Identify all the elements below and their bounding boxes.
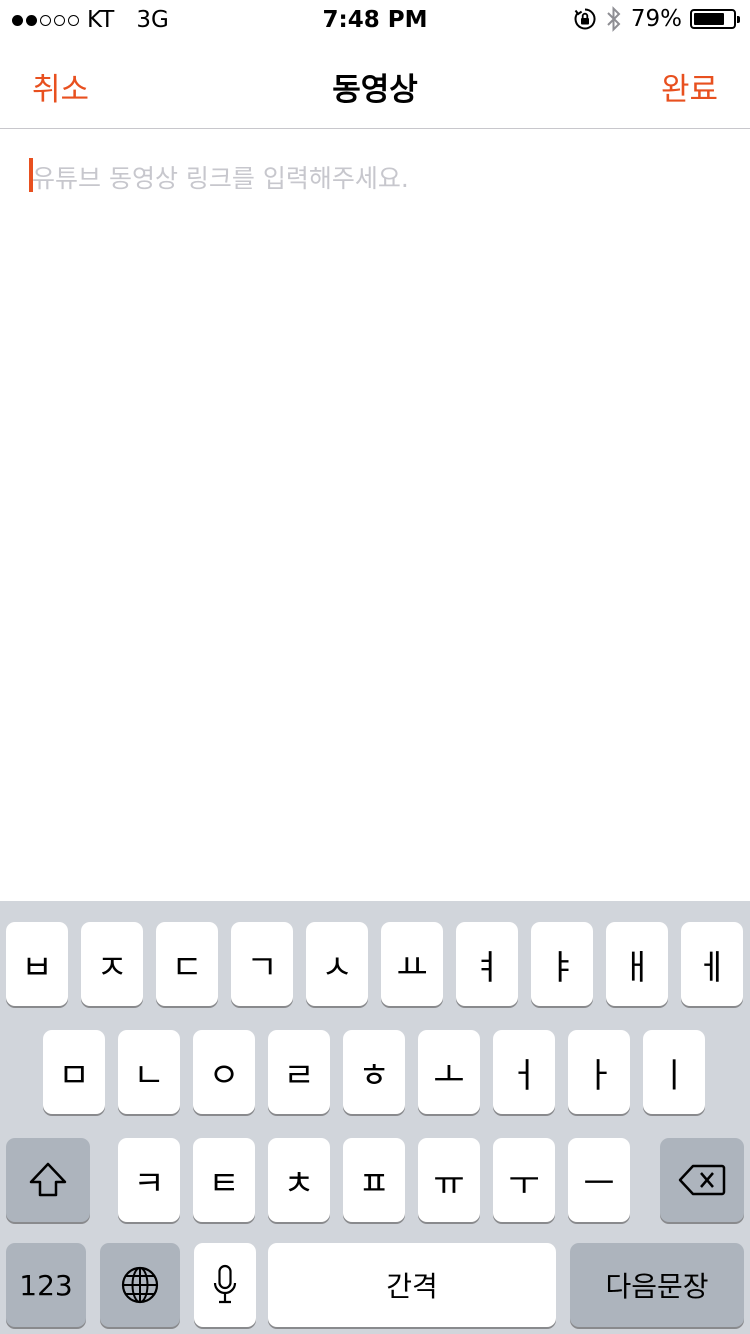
page-title: 동영상 <box>332 72 418 108</box>
key-row2[interactable]: ㅎ <box>343 1030 405 1114</box>
key-row3[interactable]: ㅡ <box>568 1138 630 1222</box>
key-row1[interactable]: ㅈ <box>81 922 143 1006</box>
key-row3[interactable]: ㅋ <box>118 1138 180 1222</box>
status-bar: KT 3G 7:48 PM 79% <box>0 0 750 40</box>
key-row1[interactable]: ㅕ <box>456 922 518 1006</box>
key-row3[interactable]: ㅌ <box>193 1138 255 1222</box>
key-row1[interactable]: ㅛ <box>381 922 443 1006</box>
key-row2[interactable]: ㅣ <box>643 1030 705 1114</box>
battery-level-fill <box>694 13 724 25</box>
key-row2[interactable]: ㅏ <box>568 1030 630 1114</box>
key-row1[interactable]: ㅐ <box>606 922 668 1006</box>
bluetooth-icon <box>607 6 621 32</box>
key-row3[interactable]: ㅊ <box>268 1138 330 1222</box>
rotation-lock-icon <box>574 8 596 30</box>
key-row1[interactable]: ㅂ <box>6 922 68 1006</box>
key-row2[interactable]: ㄴ <box>118 1030 180 1114</box>
key-row3[interactable]: ㅠ <box>418 1138 480 1222</box>
key-row2[interactable]: ㅓ <box>493 1030 555 1114</box>
key-row1[interactable]: ㅔ <box>681 922 743 1006</box>
globe-key[interactable] <box>100 1243 180 1327</box>
key-row1[interactable]: ㄱ <box>231 922 293 1006</box>
key-row3[interactable]: ㅜ <box>493 1138 555 1222</box>
globe-icon <box>121 1266 159 1304</box>
numbers-key[interactable]: 123 <box>6 1243 86 1327</box>
video-link-input[interactable]: 유튜브 동영상 링크를 입력해주세요. <box>0 129 750 901</box>
delete-key[interactable] <box>660 1138 744 1222</box>
microphone-key[interactable] <box>194 1243 256 1327</box>
key-row2[interactable]: ㄹ <box>268 1030 330 1114</box>
battery-icon <box>690 9 740 29</box>
key-row1[interactable]: ㅅ <box>306 922 368 1006</box>
space-key[interactable]: 간격 <box>268 1243 556 1327</box>
key-row2[interactable]: ㅁ <box>43 1030 105 1114</box>
battery-percent: 79% <box>630 6 682 32</box>
key-row3[interactable]: ㅍ <box>343 1138 405 1222</box>
key-row1[interactable]: ㄷ <box>156 922 218 1006</box>
key-row2[interactable]: ㅇ <box>193 1030 255 1114</box>
input-placeholder: 유튜브 동영상 링크를 입력해주세요. <box>32 164 409 193</box>
status-right: 79% <box>573 6 740 32</box>
navigation-bar: 취소 동영상 완료 <box>0 40 750 129</box>
key-row2[interactable]: ㅗ <box>418 1030 480 1114</box>
microphone-icon <box>213 1264 237 1304</box>
done-button[interactable]: 완료 <box>661 64 718 109</box>
shift-icon <box>29 1162 67 1197</box>
shift-key[interactable] <box>6 1138 90 1222</box>
delete-icon <box>678 1164 726 1196</box>
return-key[interactable]: 다음문장 <box>570 1243 744 1327</box>
korean-keyboard: 123 간격 다음문장 ㅂㅈㄷㄱㅅㅛㅕㅑㅐㅔㅁㄴㅇㄹㅎㅗㅓㅏㅣㅋㅌㅊㅍㅠㅜㅡ <box>0 901 750 1334</box>
key-row1[interactable]: ㅑ <box>531 922 593 1006</box>
